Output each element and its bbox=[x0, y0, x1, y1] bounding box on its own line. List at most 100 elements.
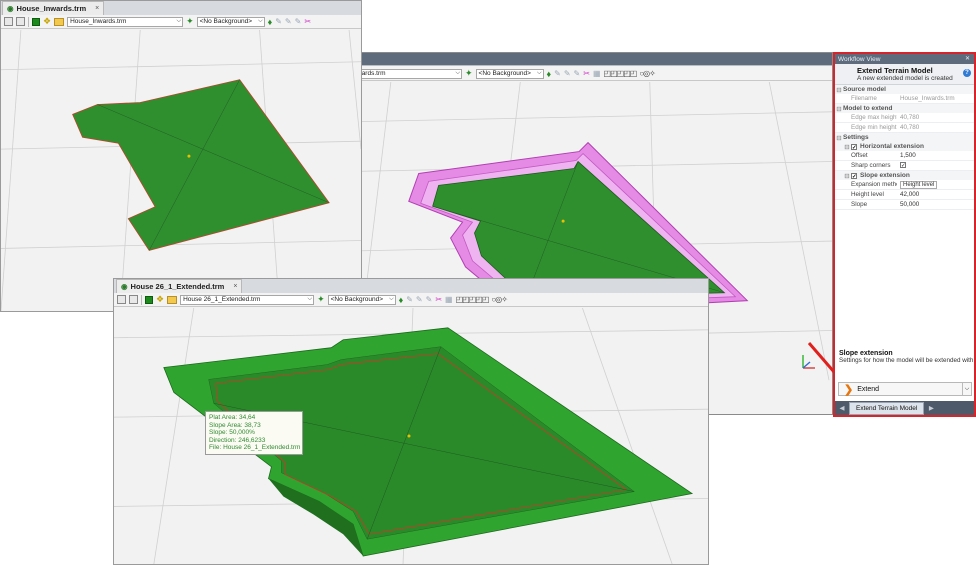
property-value[interactable]: ✓ bbox=[897, 162, 974, 169]
filter-icon[interactable]: ♦ bbox=[399, 295, 404, 305]
file-combo[interactable]: wards.trm ⌵ bbox=[354, 68, 462, 79]
category-label: Source model bbox=[843, 86, 886, 93]
scissors-icon[interactable]: ✂ bbox=[583, 69, 590, 78]
property-description: Slope extension Settings for how the mod… bbox=[835, 350, 974, 364]
model-window-inwards: ◉ House_Inwards.trm × ❖ House_Inwards.tr… bbox=[0, 0, 362, 312]
description-title: Slope extension bbox=[839, 350, 893, 357]
property-key: Height level bbox=[851, 191, 884, 198]
layer-icon[interactable]: ❖ bbox=[156, 294, 164, 305]
collapse-icon[interactable]: ⊟ bbox=[835, 105, 843, 113]
property-key: Filename bbox=[851, 95, 877, 102]
property-offset[interactable]: Offset 1,500 bbox=[835, 151, 974, 161]
document-tab[interactable]: ◉ House 26_1_Extended.trm × bbox=[116, 279, 243, 293]
render-icon[interactable]: ○◎✧ bbox=[491, 295, 507, 304]
chevron-down-icon: ⌵ bbox=[389, 295, 394, 302]
tool-icon-3[interactable]: ✎ bbox=[574, 69, 581, 78]
property-filename: Filename House_Inwards.trm bbox=[835, 94, 974, 104]
view-buttons-icon[interactable]: ◰◰◰◰◰ bbox=[604, 69, 638, 78]
extend-button[interactable]: ❯ Extend ⌵ bbox=[838, 382, 972, 396]
window-icon[interactable] bbox=[129, 295, 138, 304]
scissors-icon[interactable]: ✂ bbox=[435, 295, 442, 304]
property-key: Sharp corners bbox=[851, 162, 891, 169]
document-tab[interactable]: ◉ House_Inwards.trm × bbox=[2, 1, 105, 15]
filter-icon[interactable]: ♦ bbox=[547, 69, 552, 79]
render-icon[interactable]: ○◎✧ bbox=[639, 69, 655, 78]
color-swatch-icon[interactable] bbox=[145, 295, 153, 304]
tool-icon-2[interactable]: ✎ bbox=[416, 295, 423, 304]
view-toolbar: ❖ House_Inwards.trm ⌵ ✦ <No Background> ⌵ … bbox=[1, 15, 361, 29]
collapse-icon[interactable]: ⊟ bbox=[835, 134, 843, 142]
category-label: Slope extension bbox=[860, 172, 910, 179]
color-swatch-icon[interactable] bbox=[32, 17, 40, 26]
toolbar-divider bbox=[141, 294, 142, 305]
property-slope[interactable]: Slope 50,000 bbox=[835, 200, 974, 210]
background-combo[interactable]: <No Background> ⌵ bbox=[327, 294, 396, 305]
file-combo[interactable]: House 26_1_Extended.trm ⌵ bbox=[180, 294, 315, 305]
expansion-method-select[interactable]: Height level bbox=[900, 180, 938, 189]
background-combo[interactable]: <No Background> ⌵ bbox=[196, 16, 265, 27]
property-value: 40,780 bbox=[900, 114, 920, 121]
property-value[interactable]: 50,000 bbox=[897, 201, 974, 208]
file-combo[interactable]: House_Inwards.trm ⌵ bbox=[67, 16, 184, 27]
tool-icon-2[interactable]: ✎ bbox=[564, 69, 571, 78]
chevron-down-icon[interactable]: ⌵ bbox=[962, 383, 971, 395]
category-settings[interactable]: ⊟ Settings bbox=[835, 133, 974, 142]
tool-icon-1[interactable]: ✎ bbox=[554, 69, 561, 78]
property-height-level[interactable]: Height level 42,000 bbox=[835, 190, 974, 200]
category-slope-extension[interactable]: ⊟ ✓ Slope extension bbox=[835, 171, 974, 180]
workflow-title-box: Extend Terrain Model A new extended mode… bbox=[835, 64, 974, 85]
close-panel-icon[interactable]: ✕ bbox=[965, 55, 970, 62]
view-buttons-icon[interactable]: ◰◰◰◰◰ bbox=[456, 295, 490, 304]
grid-icon[interactable]: ▦ bbox=[593, 69, 601, 78]
tool-icon-1[interactable]: ✎ bbox=[406, 295, 413, 304]
scroll-right-icon[interactable]: ▶ bbox=[924, 404, 938, 412]
tool-icon-3[interactable]: ✎ bbox=[426, 295, 433, 304]
property-edge-min-height: Edge min height 40,780 bbox=[835, 123, 974, 133]
background-combo-text: <No Background> bbox=[478, 70, 531, 77]
collapse-icon[interactable]: ⊟ bbox=[843, 143, 851, 151]
model-icon: ◉ bbox=[7, 4, 14, 13]
collapse-icon[interactable]: ⊟ bbox=[843, 172, 851, 180]
layout-icon[interactable] bbox=[4, 17, 13, 26]
category-model-to-extend[interactable]: ⊟ Model to extend bbox=[835, 104, 974, 113]
horizontal-extension-checkbox[interactable]: ✓ bbox=[851, 143, 857, 151]
background-combo[interactable]: <No Background> ⌵ bbox=[475, 68, 544, 79]
file-combo-text: House 26_1_Extended.trm bbox=[183, 296, 261, 303]
tool-icon-1[interactable]: ✎ bbox=[275, 17, 282, 26]
layer-icon[interactable]: ❖ bbox=[43, 16, 51, 27]
scroll-left-icon[interactable]: ◀ bbox=[835, 404, 849, 412]
property-value[interactable]: Height level bbox=[897, 180, 974, 189]
grid-icon[interactable]: ▦ bbox=[445, 295, 453, 304]
property-key: Edge min height bbox=[851, 124, 897, 131]
tooltip-slope: Slope: 50,000% bbox=[209, 429, 255, 437]
property-value[interactable]: 42,000 bbox=[897, 191, 974, 198]
chevron-down-icon: ⌵ bbox=[176, 17, 182, 24]
sharp-corners-checkbox[interactable]: ✓ bbox=[900, 162, 906, 169]
property-sharp-corners[interactable]: Sharp corners ✓ bbox=[835, 161, 974, 171]
filter-icon[interactable]: ♦ bbox=[268, 17, 273, 27]
magic-wand-icon[interactable]: ✦ bbox=[465, 68, 473, 79]
magic-wand-icon[interactable]: ✦ bbox=[186, 16, 194, 27]
slope-extension-checkbox[interactable]: ✓ bbox=[851, 172, 857, 180]
workflow-panel: Workflow View ✕ Extend Terrain Model A n… bbox=[833, 52, 976, 417]
close-tab-icon[interactable]: × bbox=[95, 5, 99, 12]
property-expansion-method[interactable]: Expansion methodHeight level bbox=[835, 180, 974, 190]
chevron-down-icon: ⌵ bbox=[307, 295, 313, 302]
3d-viewport[interactable] bbox=[1, 30, 361, 311]
category-horizontal-extension[interactable]: ⊟ ✓ Horizontal extension bbox=[835, 142, 974, 151]
category-source-model[interactable]: ⊟ Source model bbox=[835, 85, 974, 94]
workflow-tab[interactable]: Extend Terrain Model bbox=[849, 401, 925, 415]
window-icon[interactable] bbox=[16, 17, 25, 26]
magic-wand-icon[interactable]: ✦ bbox=[317, 294, 325, 305]
layout-icon[interactable] bbox=[117, 295, 126, 304]
background-combo-text: <No Background> bbox=[199, 18, 253, 25]
close-tab-icon[interactable]: × bbox=[233, 283, 237, 290]
tool-icon-3[interactable]: ✎ bbox=[295, 17, 302, 26]
collapse-icon[interactable]: ⊟ bbox=[835, 86, 843, 94]
3d-viewport[interactable] bbox=[114, 308, 708, 564]
scissors-icon[interactable]: ✂ bbox=[304, 17, 311, 26]
property-value[interactable]: 1,500 bbox=[897, 152, 974, 159]
help-icon[interactable]: ? bbox=[963, 69, 971, 77]
chevron-down-icon: ⌵ bbox=[536, 69, 542, 76]
tool-icon-2[interactable]: ✎ bbox=[285, 17, 292, 26]
